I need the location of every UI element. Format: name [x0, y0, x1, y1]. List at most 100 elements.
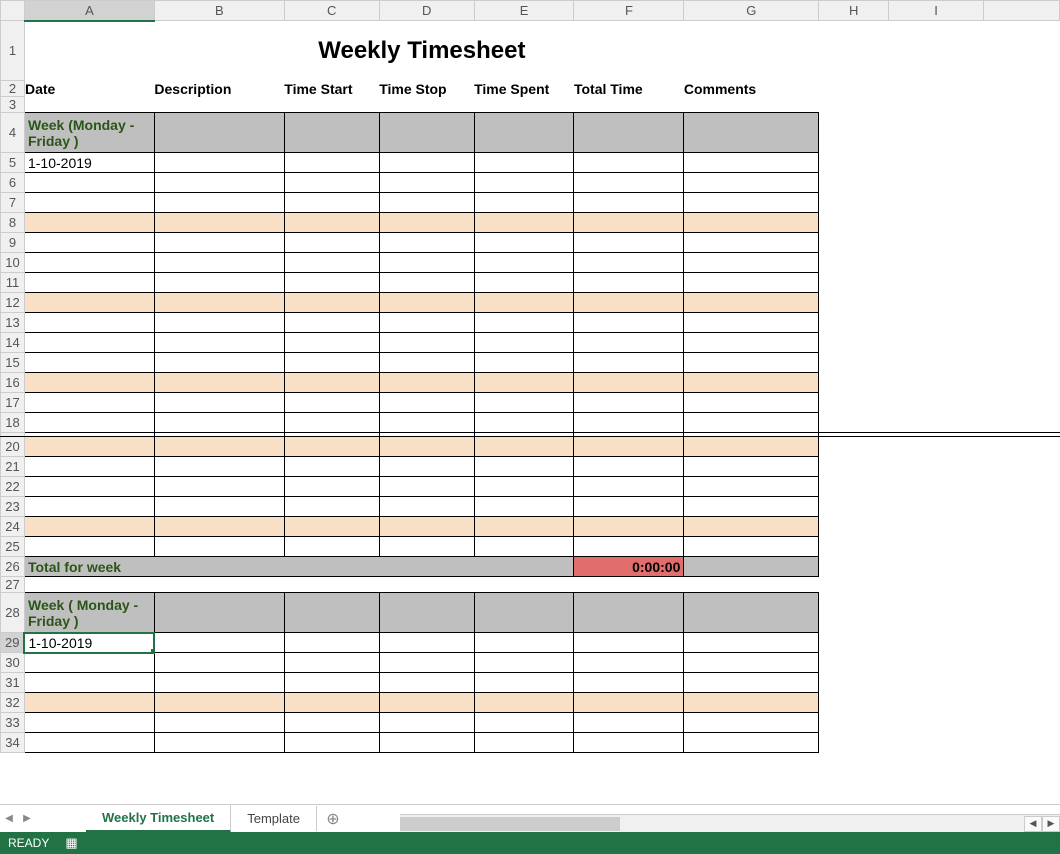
spreadsheet[interactable]: A B C D E F G H I 1 Weekly Timesheet 2 D…	[0, 0, 1060, 804]
col-header-C[interactable]: C	[284, 1, 379, 21]
scroll-track[interactable]	[400, 816, 1024, 832]
row-header[interactable]: 21	[1, 457, 25, 477]
scroll-left-icon[interactable]: ◀	[1024, 816, 1042, 832]
horizontal-scrollbar[interactable]: ◀ ▶	[400, 814, 1060, 832]
row-22[interactable]: 22	[1, 477, 1060, 497]
row-header[interactable]: 23	[1, 497, 25, 517]
row-21[interactable]: 21	[1, 457, 1060, 477]
row-header[interactable]: 26	[1, 557, 25, 577]
row-header[interactable]: 8	[1, 213, 25, 233]
row-header[interactable]: 20	[1, 437, 25, 457]
header-time-stop: Time Stop	[379, 81, 474, 97]
header-description: Description	[154, 81, 284, 97]
week1-label[interactable]: Week (Monday - Friday )	[24, 113, 154, 153]
row-header[interactable]: 9	[1, 233, 25, 253]
row-27[interactable]: 27	[1, 577, 1060, 593]
total-value[interactable]: 0:00:00	[574, 557, 684, 577]
row-header[interactable]: 16	[1, 373, 25, 393]
tab-weekly-timesheet[interactable]: Weekly Timesheet	[86, 805, 231, 833]
col-header-E[interactable]: E	[474, 1, 574, 21]
active-cell[interactable]: 1-10-2019	[24, 633, 154, 653]
row-header[interactable]: 15	[1, 353, 25, 373]
row-header[interactable]: 22	[1, 477, 25, 497]
row-header[interactable]: 5	[1, 153, 25, 173]
row-7[interactable]: 7	[1, 193, 1060, 213]
col-header-G[interactable]: G	[684, 1, 819, 21]
row-20[interactable]: 20	[1, 437, 1060, 457]
row-5[interactable]: 5 1-10-2019	[1, 153, 1060, 173]
row-6[interactable]: 6	[1, 173, 1060, 193]
row-25[interactable]: 25	[1, 537, 1060, 557]
col-header-F[interactable]: F	[574, 1, 684, 21]
status-bar: READY ▦	[0, 832, 1060, 854]
row-30[interactable]: 30	[1, 653, 1060, 673]
row-11[interactable]: 11	[1, 273, 1060, 293]
row-8[interactable]: 8	[1, 213, 1060, 233]
row-header[interactable]: 27	[1, 577, 25, 593]
row-31[interactable]: 31	[1, 673, 1060, 693]
row-header[interactable]: 12	[1, 293, 25, 313]
row-17[interactable]: 17	[1, 393, 1060, 413]
tab-prev-icon[interactable]: ◀	[0, 808, 18, 830]
row-header[interactable]: 18	[1, 413, 25, 433]
row-32[interactable]: 32	[1, 693, 1060, 713]
row-10[interactable]: 10	[1, 253, 1060, 273]
row-header[interactable]: 7	[1, 193, 25, 213]
row-16[interactable]: 16	[1, 373, 1060, 393]
scroll-right-icon[interactable]: ▶	[1042, 816, 1060, 832]
row-15[interactable]: 15	[1, 353, 1060, 373]
scroll-thumb[interactable]	[400, 817, 620, 831]
row-header[interactable]: 17	[1, 393, 25, 413]
row-9[interactable]: 9	[1, 233, 1060, 253]
row-29[interactable]: 29 1-10-2019	[1, 633, 1060, 653]
add-sheet-icon[interactable]: ⊕	[317, 809, 349, 829]
row-header[interactable]: 31	[1, 673, 25, 693]
row-26[interactable]: 26 Total for week 0:00:00	[1, 557, 1060, 577]
row-header[interactable]: 2	[1, 81, 25, 97]
row-header[interactable]: 4	[1, 113, 25, 153]
col-header-H[interactable]: H	[819, 1, 889, 21]
row-header[interactable]: 14	[1, 333, 25, 353]
row-header[interactable]: 28	[1, 593, 25, 633]
tab-template[interactable]: Template	[231, 806, 317, 831]
row-33[interactable]: 33	[1, 713, 1060, 733]
row-header[interactable]: 33	[1, 713, 25, 733]
row-3[interactable]: 3	[1, 97, 1060, 113]
row-header[interactable]: 30	[1, 653, 25, 673]
week2-label[interactable]: Week ( Monday - Friday )	[24, 593, 154, 633]
row-header-selected[interactable]: 29	[1, 633, 25, 653]
header-date: Date	[24, 81, 154, 97]
row-23[interactable]: 23	[1, 497, 1060, 517]
row-header[interactable]: 6	[1, 173, 25, 193]
macro-record-icon[interactable]: ▦	[65, 835, 77, 851]
row-header[interactable]: 32	[1, 693, 25, 713]
row-header[interactable]: 3	[1, 97, 25, 113]
row-1[interactable]: 1 Weekly Timesheet	[1, 21, 1060, 81]
select-all-cell[interactable]	[1, 1, 25, 21]
row-12[interactable]: 12	[1, 293, 1060, 313]
date-cell[interactable]: 1-10-2019	[24, 153, 154, 173]
row-header[interactable]: 1	[1, 21, 25, 81]
column-headers[interactable]: A B C D E F G H I	[1, 1, 1060, 21]
row-header[interactable]: 11	[1, 273, 25, 293]
row-header[interactable]: 10	[1, 253, 25, 273]
row-header[interactable]: 13	[1, 313, 25, 333]
row-4[interactable]: 4 Week (Monday - Friday )	[1, 113, 1060, 153]
tab-next-icon[interactable]: ▶	[18, 808, 36, 830]
row-header[interactable]: 25	[1, 537, 25, 557]
row-28[interactable]: 28 Week ( Monday - Friday )	[1, 593, 1060, 633]
row-18[interactable]: 18	[1, 413, 1060, 433]
row-header[interactable]: 24	[1, 517, 25, 537]
total-label[interactable]: Total for week	[24, 557, 573, 577]
row-24[interactable]: 24	[1, 517, 1060, 537]
row-2[interactable]: 2 Date Description Time Start Time Stop …	[1, 81, 1060, 97]
col-header-A[interactable]: A	[24, 1, 154, 21]
grid[interactable]: A B C D E F G H I 1 Weekly Timesheet 2 D…	[0, 0, 1060, 753]
col-header-I[interactable]: I	[889, 1, 984, 21]
row-34[interactable]: 34	[1, 733, 1060, 753]
row-13[interactable]: 13	[1, 313, 1060, 333]
col-header-D[interactable]: D	[379, 1, 474, 21]
col-header-B[interactable]: B	[154, 1, 284, 21]
row-header[interactable]: 34	[1, 733, 25, 753]
row-14[interactable]: 14	[1, 333, 1060, 353]
